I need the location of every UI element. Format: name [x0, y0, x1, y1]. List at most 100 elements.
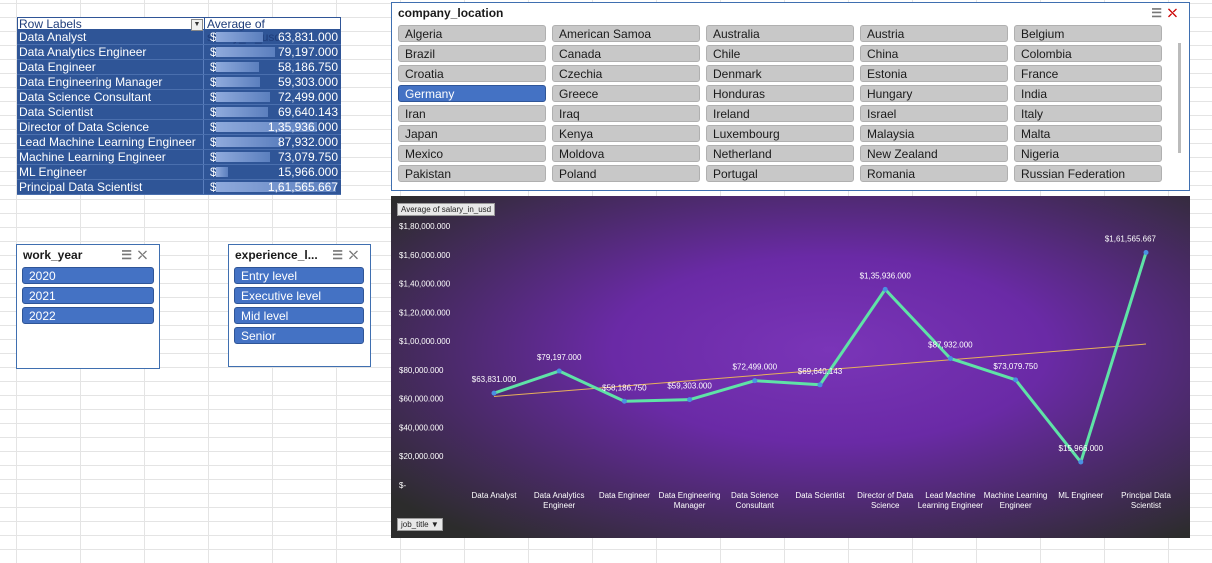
y-tick-label: $1,40,000.000	[399, 280, 451, 289]
data-point	[1143, 250, 1149, 256]
slicer-item[interactable]: Austria	[860, 25, 1008, 42]
value-header[interactable]: Average of salary_in_usd	[204, 17, 341, 44]
y-tick-label: $1,00,000.000	[399, 337, 451, 346]
multi-select-icon[interactable]: ☰	[332, 248, 349, 262]
clear-filter-icon[interactable]: ⛌	[138, 248, 153, 262]
pivot-row[interactable]: Data Science Consultant $72,499.000	[17, 90, 341, 105]
row-labels-header[interactable]: Row Labels ▼	[17, 17, 204, 31]
slicer-item[interactable]: Israel	[860, 105, 1008, 122]
pivot-row-value: $59,303.000	[204, 75, 341, 89]
slicer-item[interactable]: Romania	[860, 165, 1008, 182]
x-tick-label: Data Engineering	[659, 491, 721, 500]
pivot-row[interactable]: Data Analytics Engineer $79,197.000	[17, 45, 341, 60]
slicer-item[interactable]: Netherland	[706, 145, 854, 162]
slicer-item[interactable]: Canada	[552, 45, 700, 62]
slicer-item[interactable]: Belgium	[1014, 25, 1162, 42]
pivot-row[interactable]: ML Engineer $15,966.000	[17, 165, 341, 180]
slicer-item[interactable]: Germany	[398, 85, 546, 102]
y-tick-label: $1,80,000.000	[399, 222, 451, 231]
slicer-scrollbar[interactable]	[1178, 43, 1181, 153]
pivot-row[interactable]: Director of Data Science $1,35,936.000	[17, 120, 341, 135]
slicer-item[interactable]: Poland	[552, 165, 700, 182]
slicer-item[interactable]: Mexico	[398, 145, 546, 162]
slicer-title-text: company_location	[398, 6, 504, 20]
slicer-item[interactable]: Australia	[706, 25, 854, 42]
slicer-item[interactable]: Mid level	[234, 307, 364, 324]
slicer-item[interactable]: Greece	[552, 85, 700, 102]
x-tick-label: Lead Machine	[925, 491, 976, 500]
slicer-item[interactable]: American Samoa	[552, 25, 700, 42]
pivot-row[interactable]: Data Engineer $58,186.750	[17, 60, 341, 75]
slicer-item[interactable]: 2020	[22, 267, 154, 284]
slicer-item[interactable]: Malta	[1014, 125, 1162, 142]
slicer-item[interactable]: Malaysia	[860, 125, 1008, 142]
slicer-item[interactable]: Italy	[1014, 105, 1162, 122]
slicer-item[interactable]: 2022	[22, 307, 154, 324]
pivot-row-value: $69,640.143	[204, 105, 341, 119]
data-point	[687, 397, 693, 403]
slicer-item[interactable]: Nigeria	[1014, 145, 1162, 162]
dropdown-arrow-icon[interactable]: ▼	[431, 520, 439, 529]
slicer-item[interactable]: Senior	[234, 327, 364, 344]
slicer-item[interactable]: Portugal	[706, 165, 854, 182]
value-text: 58,186.750	[277, 60, 338, 74]
data-label: $72,499.000	[733, 363, 778, 372]
filter-dropdown-icon[interactable]: ▼	[191, 19, 203, 31]
slicer-item[interactable]: Algeria	[398, 25, 546, 42]
slicer-item[interactable]: Estonia	[860, 65, 1008, 82]
pivot-row-label: Data Science Consultant	[17, 90, 204, 104]
pivot-row[interactable]: Data Analyst $63,831.000	[17, 30, 341, 45]
x-tick-label: Scientist	[1131, 501, 1162, 510]
slicer-item[interactable]: Ireland	[706, 105, 854, 122]
slicer-item[interactable]: China	[860, 45, 1008, 62]
slicer-item[interactable]: Iraq	[552, 105, 700, 122]
slicer-item[interactable]: Croatia	[398, 65, 546, 82]
slicer-item[interactable]: India	[1014, 85, 1162, 102]
pivot-row-label: Principal Data Scientist	[17, 180, 204, 194]
slicer-item[interactable]: Japan	[398, 125, 546, 142]
pivot-row-value: $1,35,936.000	[204, 120, 341, 134]
slicer-title: work_year ☰⛌	[17, 245, 159, 269]
slicer-item[interactable]: Moldova	[552, 145, 700, 162]
pivot-row[interactable]: Lead Machine Learning Engineer $87,932.00…	[17, 135, 341, 150]
slicer-title-text: experience_l...	[235, 248, 318, 262]
slicer-item[interactable]: Chile	[706, 45, 854, 62]
pivot-row[interactable]: Machine Learning Engineer $73,079.750	[17, 150, 341, 165]
multi-select-icon[interactable]: ☰	[121, 248, 138, 262]
slicer-item[interactable]: Luxembourg	[706, 125, 854, 142]
salary-line-chart[interactable]: Average of salary_in_usd $- $20,000.000 $4…	[391, 196, 1190, 538]
slicer-item[interactable]: New Zealand	[860, 145, 1008, 162]
y-tick-label: $80,000.000	[399, 366, 444, 375]
slicer-item[interactable]: Honduras	[706, 85, 854, 102]
slicer-item[interactable]: Czechia	[552, 65, 700, 82]
field-chip-axis[interactable]: job_title ▼	[397, 518, 443, 531]
pivot-row[interactable]: Data Engineering Manager $59,303.000	[17, 75, 341, 90]
data-bar	[216, 62, 260, 72]
clear-filter-icon[interactable]: ⛌	[1168, 6, 1183, 20]
slicer-item[interactable]: Denmark	[706, 65, 854, 82]
pivot-row-value: $79,197.000	[204, 45, 341, 59]
slicer-item[interactable]: Iran	[398, 105, 546, 122]
x-tick-label: Consultant	[736, 501, 775, 510]
data-label: $87,932.000	[928, 340, 973, 349]
slicer-item[interactable]: Executive level	[234, 287, 364, 304]
slicer-item[interactable]: Brazil	[398, 45, 546, 62]
slicer-item[interactable]: Pakistan	[398, 165, 546, 182]
data-bar	[216, 152, 271, 162]
value-text: 73,079.750	[277, 150, 338, 164]
clear-filter-icon[interactable]: ⛌	[349, 248, 364, 262]
slicer-item[interactable]: Colombia	[1014, 45, 1162, 62]
slicer-item[interactable]: 2021	[22, 287, 154, 304]
slicer-item[interactable]: France	[1014, 65, 1162, 82]
pivot-row[interactable]: Principal Data Scientist $1,61,565.667	[17, 180, 341, 195]
axis-field-label: job_title	[401, 520, 429, 529]
x-tick-label: Machine Learning	[984, 491, 1048, 500]
slicer-item[interactable]: Russian Federation	[1014, 165, 1162, 182]
slicer-item[interactable]: Entry level	[234, 267, 364, 284]
slicer-item[interactable]: Kenya	[552, 125, 700, 142]
multi-select-icon[interactable]: ☰	[1151, 6, 1168, 20]
x-tick-label: Learning Engineer	[918, 501, 984, 510]
pivot-row-value: $73,079.750	[204, 150, 341, 164]
pivot-row[interactable]: Data Scientist $69,640.143	[17, 105, 341, 120]
slicer-item[interactable]: Hungary	[860, 85, 1008, 102]
